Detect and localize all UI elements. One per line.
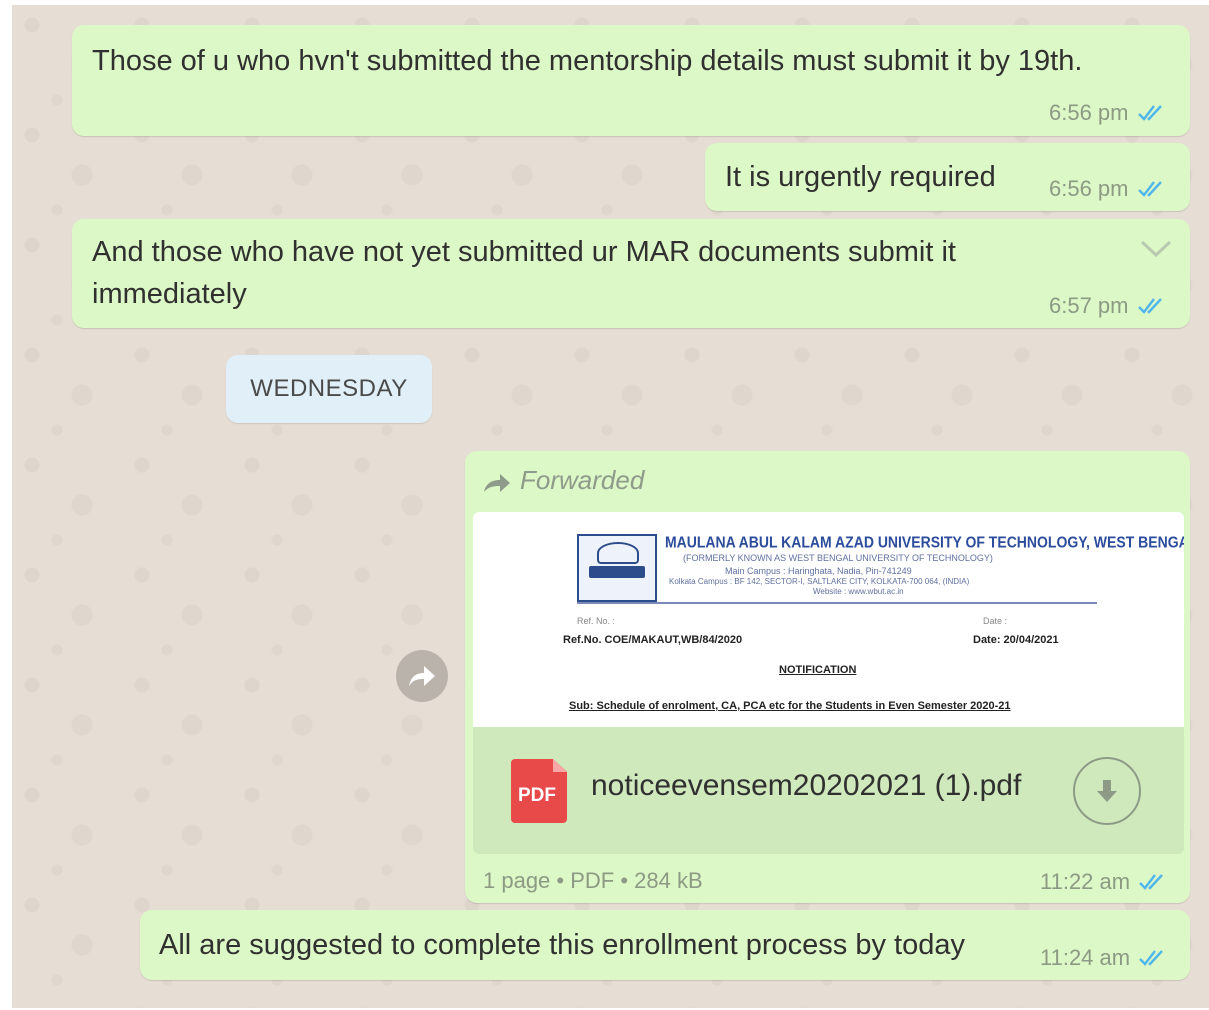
double-check-icon [1138, 872, 1168, 892]
preview-ref-no: Ref.No. COE/MAKAUT,WB/84/2020 [563, 634, 743, 646]
double-check-icon [1137, 179, 1167, 199]
preview-notification-heading: NOTIFICATION [779, 664, 857, 676]
message-time: 6:56 pm [1049, 100, 1129, 125]
message-meta: 6:57 pm [1049, 293, 1167, 319]
document-preview[interactable]: MAULANA ABUL KALAM AZAD UNIVERSITY OF TE… [473, 512, 1184, 727]
message-text: All are suggested to complete this enrol… [159, 929, 965, 961]
download-icon [1097, 780, 1117, 802]
preview-subject: Sub: Schedule of enrolment, CA, PCA etc … [569, 700, 1011, 712]
message-text-line-1: And those who have not yet submitted ur … [92, 236, 956, 268]
message-time: 6:56 pm [1049, 176, 1129, 201]
chevron-down-icon[interactable] [1138, 237, 1174, 261]
double-check-icon [1138, 948, 1168, 968]
preview-ref-label: Ref. No. : [577, 616, 616, 626]
double-check-icon [1137, 103, 1167, 123]
file-name: noticeevensem20202021 (1).pdf [591, 769, 1022, 802]
message-time: 11:24 am [1040, 945, 1131, 970]
message-text-line-2: immediately [92, 278, 247, 310]
message-meta: 6:56 pm [1049, 100, 1167, 126]
message-meta: 11:22 am [1040, 869, 1168, 895]
forwarded-label: Forwarded [482, 465, 644, 496]
file-meta: 1 page • PDF • 284 kB [483, 868, 703, 893]
forwarded-arrow-icon [482, 470, 512, 492]
forward-button[interactable] [396, 650, 448, 702]
pdf-icon-label: PDF [518, 785, 556, 806]
double-check-icon [1137, 296, 1167, 316]
message-text: Those of u who hvn't submitted the mento… [92, 45, 1083, 77]
preview-date-label: Date : [983, 616, 1008, 626]
preview-website: Website : www.wbut.ac.in [813, 587, 904, 596]
date-divider: WEDNESDAY [226, 355, 432, 423]
university-logo [577, 534, 657, 602]
preview-university-name: MAULANA ABUL KALAM AZAD UNIVERSITY OF TE… [665, 533, 1184, 551]
forward-arrow-icon [409, 666, 435, 686]
preview-kolkata-campus: Kolkata Campus : BF 142, SECTOR-I, SALTL… [669, 577, 970, 586]
preview-date: Date: 20/04/2021 [973, 634, 1059, 646]
download-button[interactable] [1073, 757, 1141, 825]
preview-rule [577, 602, 1097, 604]
file-attachment[interactable]: PDF noticeevensem20202021 (1).pdf [473, 727, 1184, 854]
message-meta: 11:24 am [1040, 945, 1168, 971]
preview-campus: Main Campus : Haringhata, Nadia, Pin-741… [725, 566, 912, 576]
message-time: 6:57 pm [1049, 293, 1129, 318]
preview-formerly: (FORMERLY KNOWN AS WEST BENGAL UNIVERSIT… [683, 553, 993, 563]
message-meta: 6:56 pm [1049, 176, 1167, 202]
message-time: 11:22 am [1040, 869, 1131, 894]
message-text: It is urgently required [725, 161, 996, 193]
